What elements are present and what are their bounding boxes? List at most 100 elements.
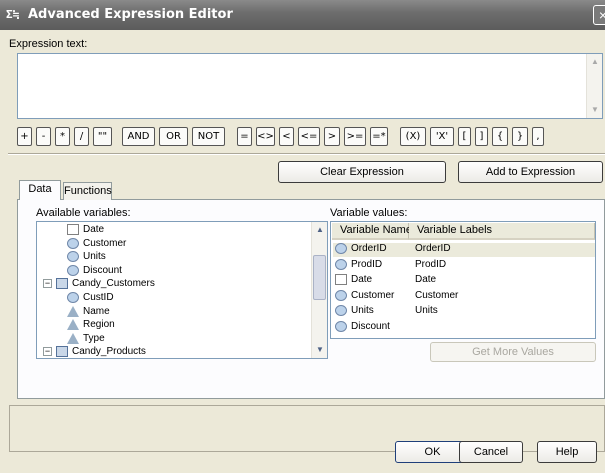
operator-or-button[interactable]: OR bbox=[159, 127, 188, 146]
variable-name-cell: Customer bbox=[335, 289, 395, 301]
variable-name-cell: Units bbox=[335, 305, 374, 316]
grid-header-variable-names[interactable]: Variable Names bbox=[332, 223, 417, 240]
app-icon: Σ≒ bbox=[6, 8, 20, 21]
tree-item[interactable]: Date bbox=[67, 224, 104, 238]
operator-less-equal-button[interactable]: <= bbox=[298, 127, 320, 146]
operator-greater-than-button[interactable]: > bbox=[324, 127, 340, 146]
tree-item-label: Type bbox=[83, 332, 105, 344]
tree-item[interactable]: Name bbox=[67, 305, 110, 320]
operator-equals-button[interactable]: = bbox=[237, 127, 252, 146]
tree-item[interactable]: Units bbox=[67, 251, 106, 265]
operator-comma-button[interactable]: , bbox=[532, 127, 544, 146]
variable-name: Units bbox=[351, 305, 374, 317]
variable-label: Customer bbox=[415, 289, 459, 301]
tab-data[interactable]: Data bbox=[19, 180, 61, 200]
get-more-values-button[interactable]: Get More Values bbox=[430, 342, 596, 362]
variable-label: ProdID bbox=[415, 258, 447, 270]
variable-icon bbox=[67, 264, 79, 276]
table-row[interactable]: Date Date bbox=[333, 274, 595, 288]
tree-item[interactable]: − Candy_Customers bbox=[43, 278, 155, 292]
tree-item[interactable]: − Candy_Products bbox=[43, 346, 146, 358]
scroll-down-icon[interactable]: ▼ bbox=[313, 343, 327, 357]
variable-label: Units bbox=[415, 305, 438, 316]
close-button[interactable]: × bbox=[593, 5, 605, 25]
collapse-icon[interactable]: − bbox=[43, 279, 52, 289]
variable-icon bbox=[335, 305, 347, 316]
variable-name-cell: Discount bbox=[335, 320, 390, 332]
expression-editor-window: Σ≒ Advanced Expression Editor × Expressi… bbox=[0, 0, 605, 473]
scroll-thumb[interactable] bbox=[313, 255, 326, 300]
operator-divide-button[interactable]: / bbox=[74, 127, 89, 146]
tree-item-label: Name bbox=[83, 305, 110, 317]
operator-quoted-button[interactable]: 'X' bbox=[430, 127, 454, 146]
variable-name: Customer bbox=[351, 289, 395, 301]
variable-name-cell: ProdID bbox=[335, 258, 382, 270]
tree-item-label: Candy_Products bbox=[72, 346, 146, 358]
add-to-expression-button[interactable]: Add to Expression bbox=[458, 161, 603, 183]
operator-less-than-button[interactable]: < bbox=[279, 127, 294, 146]
tree-item-label: Units bbox=[83, 251, 106, 263]
separator bbox=[8, 153, 605, 155]
table-row[interactable]: OrderID OrderID bbox=[333, 243, 595, 257]
cancel-button[interactable]: Cancel bbox=[459, 441, 523, 463]
available-variables-label: Available variables: bbox=[36, 207, 131, 219]
tree-item[interactable]: Discount bbox=[67, 264, 122, 279]
variable-values-label: Variable values: bbox=[330, 207, 408, 219]
operator-not-equals-button[interactable]: <> bbox=[256, 127, 275, 146]
operator-greater-equal-button[interactable]: >= bbox=[344, 127, 366, 146]
date-icon bbox=[335, 274, 347, 285]
variable-name: Date bbox=[351, 274, 373, 286]
operator-close-brace-button[interactable]: } bbox=[512, 127, 528, 146]
variable-icon bbox=[335, 320, 347, 332]
scroll-up-icon[interactable]: ▲ bbox=[588, 55, 602, 69]
tree-item[interactable]: Region bbox=[67, 319, 115, 333]
variable-icon bbox=[67, 292, 79, 303]
variable-label: OrderID bbox=[415, 243, 451, 254]
table-icon bbox=[56, 346, 68, 358]
operator-plus-button[interactable]: + bbox=[17, 127, 32, 146]
variable-name: OrderID bbox=[351, 243, 387, 255]
variable-icon bbox=[67, 237, 79, 249]
operator-outer-join-button[interactable]: =* bbox=[370, 127, 388, 146]
table-row[interactable]: ProdID ProdID bbox=[333, 258, 595, 273]
operator-open-bracket-button[interactable]: [ bbox=[458, 127, 471, 146]
window-title: Advanced Expression Editor bbox=[28, 7, 233, 22]
operator-minus-button[interactable]: - bbox=[36, 127, 51, 146]
tree-item-label: Region bbox=[83, 319, 115, 331]
operator-param-button[interactable]: (X) bbox=[400, 127, 426, 146]
operator-close-bracket-button[interactable]: ] bbox=[475, 127, 488, 146]
tree-item-label: Discount bbox=[83, 264, 122, 276]
tree-scrollbar[interactable]: ▲ ▼ bbox=[311, 222, 327, 358]
operator-multiply-button[interactable]: * bbox=[55, 127, 70, 146]
grid-header-variable-labels[interactable]: Variable Labels bbox=[409, 223, 595, 240]
tree-item[interactable]: CustID bbox=[67, 292, 114, 306]
table-row[interactable]: Units Units bbox=[333, 305, 595, 319]
tree-item-label: Date bbox=[83, 224, 105, 236]
collapse-icon[interactable]: − bbox=[43, 347, 52, 357]
tab-functions[interactable]: Functions bbox=[63, 182, 112, 200]
available-variables-tree[interactable]: Date Customer Units Discount − Candy_Customer… bbox=[36, 221, 328, 359]
attribute-icon bbox=[67, 305, 79, 317]
attribute-icon bbox=[67, 332, 79, 344]
operator-open-brace-button[interactable]: { bbox=[492, 127, 508, 146]
variable-values-grid[interactable]: Variable Names Variable Labels OrderID Or… bbox=[330, 221, 596, 339]
operator-empty-string-button[interactable]: "" bbox=[93, 127, 112, 146]
variable-icon bbox=[335, 258, 347, 270]
table-row[interactable]: Customer Customer bbox=[333, 289, 595, 304]
operator-not-button[interactable]: NOT bbox=[192, 127, 225, 146]
tree-item[interactable]: Type bbox=[67, 332, 105, 347]
expression-scrollbar[interactable]: ▲ ▼ bbox=[586, 54, 602, 118]
title-bar[interactable]: Σ≒ Advanced Expression Editor × bbox=[0, 0, 605, 30]
expression-text-area[interactable]: ▲ ▼ bbox=[17, 53, 603, 119]
tree-item-label: Customer bbox=[83, 237, 127, 249]
variable-name-cell: OrderID bbox=[335, 243, 387, 254]
tree-item[interactable]: Customer bbox=[67, 237, 127, 252]
clear-expression-button[interactable]: Clear Expression bbox=[278, 161, 446, 183]
scroll-down-icon[interactable]: ▼ bbox=[588, 103, 602, 117]
help-button[interactable]: Help bbox=[537, 441, 597, 463]
operator-and-button[interactable]: AND bbox=[122, 127, 155, 146]
variable-icon bbox=[335, 289, 347, 301]
scroll-up-icon[interactable]: ▲ bbox=[313, 223, 327, 237]
variable-icon bbox=[67, 251, 79, 263]
table-row[interactable]: Discount bbox=[333, 320, 595, 335]
